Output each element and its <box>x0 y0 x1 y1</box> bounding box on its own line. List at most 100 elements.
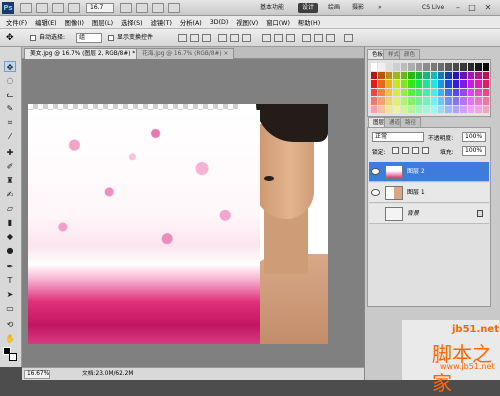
move-tool-preset-icon[interactable]: ✥ <box>6 33 14 43</box>
color-swatch[interactable] <box>400 88 408 96</box>
color-swatch[interactable] <box>408 105 415 113</box>
color-swatch[interactable] <box>423 97 430 105</box>
clone-stamp-tool-icon[interactable]: ♜ <box>4 175 16 186</box>
color-swatch[interactable] <box>371 71 378 79</box>
menu-window[interactable]: 窗口(W) <box>266 18 290 27</box>
menu-image[interactable]: 图像(I) <box>65 18 84 27</box>
color-swatch[interactable] <box>460 88 467 96</box>
tab-document-2[interactable]: 花海.jpg @ 16.7% (RGB/8#) × <box>136 48 235 59</box>
3d-rotate-tool-icon[interactable]: ⟲ <box>4 319 16 330</box>
color-swatch[interactable] <box>423 88 430 96</box>
color-swatch[interactable] <box>393 97 400 105</box>
color-swatch[interactable] <box>415 80 423 88</box>
color-swatch[interactable] <box>460 105 467 113</box>
marquee-tool-icon[interactable]: ◌ <box>4 75 16 86</box>
blur-tool-icon[interactable]: ◆ <box>4 231 16 242</box>
color-swatch[interactable] <box>400 80 408 88</box>
color-swatch[interactable] <box>371 97 378 105</box>
align-top-icon[interactable] <box>178 34 187 42</box>
color-swatch[interactable] <box>408 88 415 96</box>
color-swatch[interactable] <box>452 80 460 88</box>
menu-3d[interactable]: 3D(D) <box>210 19 229 26</box>
color-swatch[interactable] <box>423 105 430 113</box>
screen-mode-icon[interactable] <box>68 3 80 13</box>
hand-tool-icon[interactable] <box>120 3 132 13</box>
color-swatch[interactable] <box>452 63 460 71</box>
color-swatch[interactable] <box>445 88 452 96</box>
color-swatch[interactable] <box>385 88 393 96</box>
path-select-tool-icon[interactable]: ➤ <box>4 289 16 300</box>
menu-edit[interactable]: 编辑(E) <box>35 18 57 27</box>
visibility-eye-icon[interactable] <box>371 168 380 175</box>
align-vcenter-icon[interactable] <box>190 34 199 42</box>
color-swatch[interactable] <box>385 80 393 88</box>
color-swatch[interactable] <box>423 71 430 79</box>
color-swatch[interactable] <box>415 105 423 113</box>
canvas-area[interactable] <box>22 59 364 367</box>
close-button[interactable]: ✕ <box>482 2 494 13</box>
color-swatch[interactable] <box>423 80 430 88</box>
workspace-design[interactable]: 设计 <box>298 3 319 13</box>
color-swatch[interactable] <box>430 88 437 96</box>
show-transform-checkbox[interactable] <box>108 35 114 41</box>
workspace-photo[interactable]: 摄影 <box>348 3 368 13</box>
color-swatch[interactable] <box>393 80 400 88</box>
color-swatch[interactable] <box>400 97 408 105</box>
tab-color[interactable]: 颜色 <box>399 49 421 59</box>
zoom-tool-icon[interactable] <box>136 3 148 13</box>
color-swatch[interactable] <box>393 71 400 79</box>
color-swatch[interactable] <box>452 71 460 79</box>
color-swatch[interactable] <box>437 63 445 71</box>
color-swatch[interactable] <box>385 97 393 105</box>
color-swatch[interactable] <box>400 105 408 113</box>
color-swatch[interactable] <box>460 71 467 79</box>
color-swatch[interactable] <box>371 80 378 88</box>
shape-tool-icon[interactable]: ▭ <box>4 303 16 314</box>
color-swatch[interactable] <box>475 71 482 79</box>
document-canvas[interactable] <box>28 104 328 344</box>
distribute-top-icon[interactable] <box>262 34 271 42</box>
color-swatch[interactable] <box>460 80 467 88</box>
color-swatch[interactable] <box>467 105 475 113</box>
color-swatch[interactable] <box>393 88 400 96</box>
distribute-hcenter-icon[interactable] <box>314 34 323 42</box>
color-swatch[interactable] <box>445 80 452 88</box>
color-swatch[interactable] <box>385 71 393 79</box>
color-swatch[interactable] <box>408 71 415 79</box>
auto-select-dropdown[interactable]: 组 <box>76 33 102 43</box>
color-swatch[interactable] <box>378 63 385 71</box>
color-swatch[interactable] <box>393 63 400 71</box>
color-swatch[interactable] <box>467 80 475 88</box>
color-swatch[interactable] <box>482 71 489 79</box>
color-swatch[interactable] <box>378 97 385 105</box>
menu-view[interactable]: 视图(V) <box>236 18 258 27</box>
auto-select-checkbox[interactable] <box>30 35 36 41</box>
lasso-tool-icon[interactable]: ᓚ <box>4 89 16 100</box>
lock-position-icon[interactable] <box>412 147 419 154</box>
rotate-view-icon[interactable] <box>152 3 164 13</box>
color-swatch[interactable] <box>475 97 482 105</box>
color-swatch[interactable] <box>415 63 423 71</box>
color-swatch[interactable] <box>445 105 452 113</box>
gradient-tool-icon[interactable]: ▮ <box>4 217 16 228</box>
color-swatch[interactable] <box>467 88 475 96</box>
color-swatch[interactable] <box>385 63 393 71</box>
align-hcenter-icon[interactable] <box>230 34 239 42</box>
color-swatch[interactable] <box>475 88 482 96</box>
lock-pixels-icon[interactable] <box>402 147 409 154</box>
distribute-right-icon[interactable] <box>326 34 335 42</box>
layer-row-1[interactable]: 图层 1 <box>369 183 489 203</box>
color-swatch[interactable] <box>475 63 482 71</box>
opacity-field[interactable]: 100% <box>462 132 486 142</box>
hand-tool-icon[interactable]: ✋ <box>4 333 16 344</box>
distribute-left-icon[interactable] <box>302 34 311 42</box>
align-right-icon[interactable] <box>242 34 251 42</box>
auto-align-icon[interactable] <box>344 34 353 42</box>
color-swatch[interactable] <box>371 88 378 96</box>
color-swatch[interactable] <box>430 97 437 105</box>
cs-live-button[interactable]: CS Live <box>418 3 448 13</box>
color-swatch[interactable] <box>430 71 437 79</box>
workspace-more[interactable]: » <box>374 3 386 13</box>
align-left-icon[interactable] <box>218 34 227 42</box>
layer-row-2[interactable]: 图层 2 <box>369 162 489 182</box>
